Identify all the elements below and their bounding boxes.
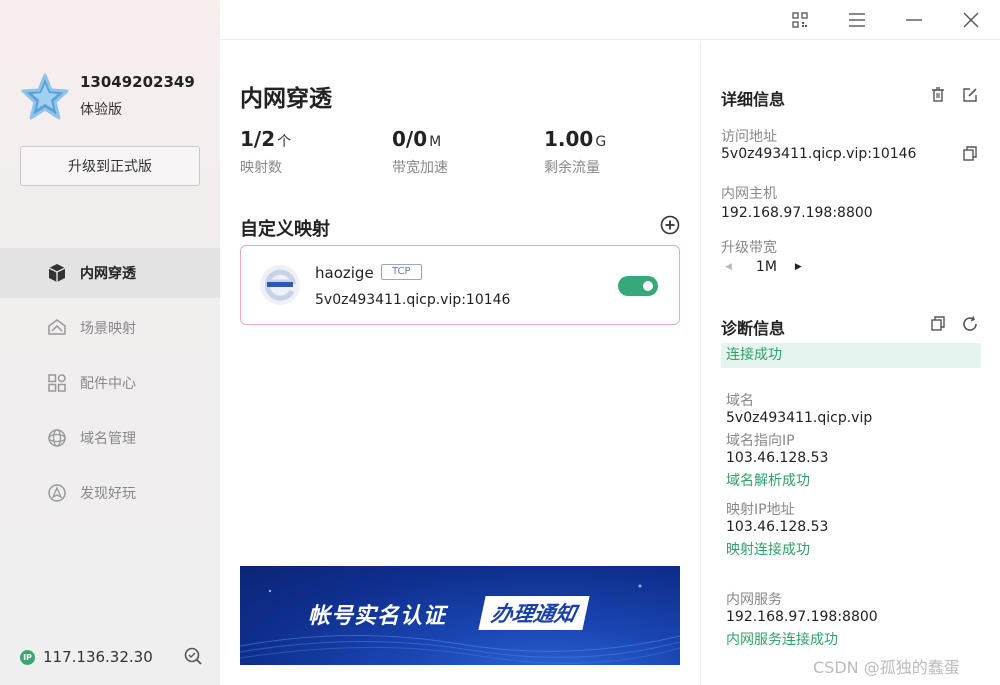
user-plan: 体验版 (80, 102, 122, 118)
decrease-arrow-icon[interactable]: ◀ (725, 262, 732, 272)
map-ip-label: 映射IP地址 (726, 502, 795, 518)
ip-address: 117.136.32.30 (43, 648, 153, 666)
main-panel: 内网穿透 1/2 个 映射数 0/0 M 带宽加速 1.00 G 剩余流量 自定义映射… (220, 41, 700, 685)
domain-value: 5v0z493411.qicp.vip (726, 410, 873, 426)
banner-text: 帐号实名认证 (308, 604, 447, 629)
page-title: 内网穿透 (240, 86, 332, 112)
sidebar-item-scene[interactable]: 场景映射 (0, 303, 220, 353)
mapping-logo-icon (260, 265, 300, 305)
stat-label: 带宽加速 (392, 160, 448, 176)
minimize-button[interactable] (902, 8, 926, 32)
sidebar-item-label: 内网穿透 (80, 266, 136, 282)
stat-label: 剩余流量 (544, 160, 600, 176)
stat-traffic: 1.00 G 剩余流量 (544, 127, 606, 177)
qr-code-button[interactable] (788, 8, 812, 32)
ip-address-row: IP 117.136.32.30 (20, 648, 153, 666)
globe-icon (46, 427, 68, 449)
add-mapping-button[interactable] (660, 215, 680, 235)
domain-ip-label: 域名指向IP (726, 433, 795, 449)
star-avatar-icon (21, 73, 69, 120)
mapping-card[interactable]: haozige TCP 5v0z493411.qicp.vip:10146 (240, 245, 680, 325)
diagnosis-title: 诊断信息 (721, 319, 786, 338)
stat-value: 1/2 (240, 127, 276, 151)
banner-tag: 办理通知 (478, 596, 590, 630)
copy-icon[interactable] (961, 145, 979, 163)
real-name-banner[interactable]: 帐号实名认证 办理通知 (240, 566, 680, 665)
connection-status: 连接成功 (721, 343, 981, 368)
bandwidth-value: 1M (755, 259, 777, 275)
stat-mappings: 1/2 个 映射数 (240, 127, 291, 177)
watermark: CSDN @孤独的蠢蛋 (813, 658, 960, 677)
toggle-knob (643, 281, 653, 291)
cube-icon (46, 262, 68, 284)
user-phone: 13049202349 (80, 73, 195, 91)
custom-mapping-title: 自定义映射 (240, 219, 330, 240)
close-button[interactable] (959, 8, 983, 32)
sidebar-item-discover[interactable]: 发现好玩 (0, 468, 220, 518)
sidebar-item-domain[interactable]: 域名管理 (0, 413, 220, 463)
upgrade-bandwidth-label: 升级带宽 (721, 240, 777, 256)
qr-code-icon (792, 12, 808, 28)
sidebar-item-label: 域名管理 (80, 431, 136, 447)
access-address-label: 访问地址 (721, 129, 777, 145)
domain-ip-value: 103.46.128.53 (726, 450, 829, 466)
stat-unit: M (429, 134, 442, 150)
mapping-name: haozige (315, 264, 374, 282)
detail-panel: 详细信息 访问地址 5v0z493411.qicp.vip:10146 内网主机… (700, 41, 1000, 685)
detail-title: 详细信息 (721, 90, 786, 109)
minimize-icon (906, 19, 922, 21)
banner-wave-decoration (240, 584, 680, 664)
ip-search-refresh-icon[interactable] (183, 646, 203, 666)
copy-diagnosis-icon[interactable] (929, 315, 947, 333)
map-scene-icon (46, 317, 68, 339)
title-bar (220, 0, 1000, 40)
domain-resolve-status: 域名解析成功 (726, 473, 810, 489)
grid-apps-icon (46, 372, 68, 394)
sidebar-item-intranet[interactable]: 内网穿透 (0, 248, 220, 298)
stat-value: 1.00 (544, 127, 594, 151)
stat-unit: G (595, 134, 607, 150)
upgrade-button[interactable]: 升级到正式版 (20, 146, 200, 186)
ip-badge-icon: IP (20, 649, 35, 665)
increase-arrow-icon[interactable]: ▶ (795, 262, 802, 272)
stat-unit: 个 (277, 134, 292, 150)
protocol-badge: TCP (381, 264, 422, 280)
map-ip-value: 103.46.128.53 (726, 519, 829, 535)
access-address-value: 5v0z493411.qicp.vip:10146 (721, 146, 917, 162)
mapping-enable-toggle[interactable] (618, 276, 658, 296)
sidebar-item-label: 配件中心 (80, 376, 136, 392)
service-connect-status: 内网服务连接成功 (726, 632, 838, 648)
hamburger-menu-icon (849, 13, 865, 27)
stat-bandwidth: 0/0 M 带宽加速 (392, 127, 448, 177)
intranet-host-value: 192.168.97.198:8800 (721, 205, 873, 221)
stat-label: 映射数 (240, 160, 282, 176)
bandwidth-stepper: ◀ 1M ▶ (725, 259, 802, 275)
sidebar: 13049202349 体验版 升级到正式版 内网穿透 场景映射 配件中心 域名… (0, 0, 220, 685)
mapping-address: 5v0z493411.qicp.vip:10146 (315, 292, 511, 308)
close-icon (963, 12, 979, 28)
menu-button[interactable] (845, 8, 869, 32)
map-connect-status: 映射连接成功 (726, 542, 810, 558)
compass-icon (46, 482, 68, 504)
trash-icon[interactable] (929, 86, 947, 104)
intranet-host-label: 内网主机 (721, 186, 777, 202)
service-label: 内网服务 (726, 592, 782, 608)
sidebar-item-label: 发现好玩 (80, 486, 136, 502)
edit-icon[interactable] (961, 86, 979, 104)
domain-label: 域名 (726, 393, 754, 409)
sidebar-item-accessories[interactable]: 配件中心 (0, 358, 220, 408)
stat-value: 0/0 (392, 127, 428, 151)
sidebar-item-label: 场景映射 (80, 321, 136, 337)
refresh-icon[interactable] (961, 315, 979, 333)
service-value: 192.168.97.198:8800 (726, 609, 878, 625)
